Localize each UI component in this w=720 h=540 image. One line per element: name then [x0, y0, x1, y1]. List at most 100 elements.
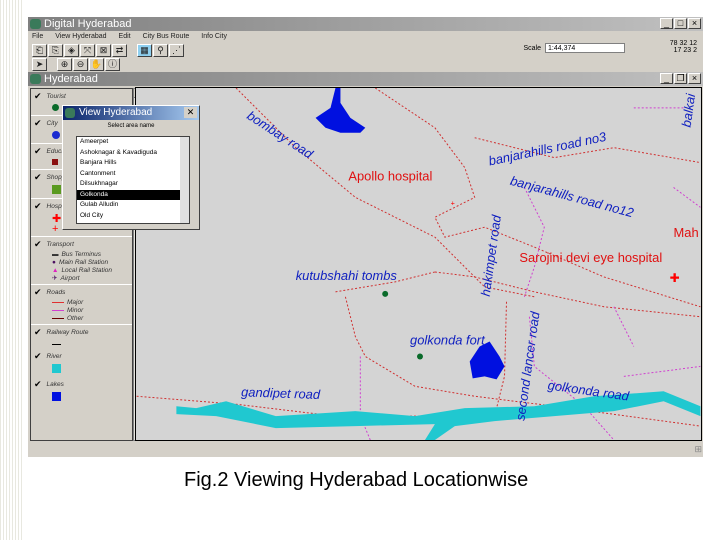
line-symbol	[52, 344, 61, 345]
square-symbol	[52, 159, 58, 165]
list-item-selected[interactable]: Golkonda	[77, 189, 189, 200]
layers-button[interactable]: ◈	[64, 43, 79, 57]
coord-y: 17 23 2	[673, 47, 697, 54]
label-banjarahills-no3: banjarahills road no3	[487, 129, 608, 169]
save-button[interactable]: ⎘	[48, 43, 63, 57]
map-canvas[interactable]: ✚ + bombay road banjarahills road no3 ba…	[135, 87, 702, 441]
golkonda-marker	[417, 353, 423, 360]
dialog-label: Select area name	[107, 123, 155, 129]
road-minor	[359, 356, 371, 440]
label-balkai: balkai	[679, 92, 699, 129]
checkbox[interactable]: ✔	[34, 91, 42, 102]
menu-file[interactable]: File	[32, 31, 43, 43]
kutubshahi-marker	[382, 290, 389, 297]
checkbox[interactable]: ✔	[34, 327, 42, 338]
road-minor	[613, 107, 701, 377]
legend-item: Main Rail Station	[58, 258, 109, 266]
legend-label: Transport	[46, 241, 74, 248]
toolbar: ⎗ ⎘ ◈ ⤧ ⊠ ⇄ ▦ ⚲ ⋰ Scale 1:44,374 78 32 12 17 23 2	[28, 40, 703, 57]
checkbox[interactable]: ✔	[34, 146, 42, 157]
find-button[interactable]: ⚲	[153, 43, 168, 57]
road-minor	[528, 316, 615, 440]
line-symbol	[52, 309, 64, 311]
legend-label: Railway Route	[46, 329, 89, 336]
label-kutubshahi-tombs: kutubshahi tombs	[296, 268, 398, 283]
checkbox[interactable]: ✔	[34, 201, 42, 212]
previous-button[interactable]: ⇄	[112, 43, 127, 57]
zoom-in-tool[interactable]: ⊕	[57, 57, 72, 71]
scale-input[interactable]: 1:44,374	[545, 43, 625, 53]
list-item[interactable]: Banjara Hills	[77, 158, 189, 169]
checkbox[interactable]: ✔	[34, 379, 42, 390]
bus-icon: ▬	[52, 250, 59, 258]
dialog-close-button[interactable]: ✕	[184, 107, 197, 118]
label-apollo-hospital: Apollo hospital	[348, 168, 432, 183]
square-symbol	[52, 185, 61, 194]
checkbox[interactable]: ✔	[34, 351, 42, 362]
legend-roads: ✔ Roads Major Minor Other	[31, 285, 132, 325]
station-icon: ●	[52, 258, 56, 266]
view-hyderabad-dialog: View Hyderabad ✕ Select area name Ameerpe…	[62, 105, 200, 230]
maximize-button[interactable]: □	[674, 18, 687, 29]
lake	[315, 88, 366, 133]
area-listbox[interactable]: Ameerpet Ashoknagar & Kavadiguda Banjara…	[76, 136, 190, 224]
triangle-icon: ▲	[52, 266, 59, 274]
legend-item: Bus Terminus	[61, 250, 102, 258]
dialog-title: View Hyderabad	[79, 107, 153, 118]
checkbox[interactable]: ✔	[34, 118, 42, 129]
resize-grip-icon[interactable]: ⊞	[694, 444, 702, 455]
legend-item: Major	[67, 298, 84, 306]
label-gandipet-road: gandipet road	[241, 384, 321, 402]
dialog-titlebar: View Hyderabad ✕	[63, 106, 199, 120]
app-titlebar: Digital Hyderabad _ □ ×	[28, 17, 703, 31]
identify-tool[interactable]: ⓘ	[105, 57, 120, 71]
label-banjarahills-no12: banjarahills road no12	[509, 173, 636, 220]
legend-label: Tourist	[46, 93, 66, 100]
legend-railway: ✔ Railway Route	[31, 325, 132, 349]
menu-bus-route[interactable]: City Bus Route	[143, 31, 190, 43]
zoom-out-tool[interactable]: ⊖	[73, 57, 88, 71]
menu-view[interactable]: View Hyderabad	[55, 31, 106, 43]
pan-tool[interactable]: ✋	[89, 57, 104, 71]
list-item[interactable]: Old City	[77, 211, 189, 222]
hospital-icon: ✚	[670, 271, 680, 285]
label-bombay-road: bombay road	[244, 108, 316, 162]
close-button[interactable]: ×	[688, 18, 701, 29]
dot-symbol	[52, 104, 59, 111]
legend-river: ✔ River	[31, 349, 132, 377]
list-item[interactable]: Dilsukhnagar	[77, 179, 189, 190]
sub-restore-button[interactable]: ❐	[674, 73, 687, 84]
map-toolbar: ➤ ⊕ ⊖ ✋ ⓘ	[28, 57, 703, 71]
full-extent-button[interactable]: ⤧	[80, 43, 95, 57]
checkbox[interactable]: ✔	[34, 287, 42, 298]
line-symbol	[52, 317, 64, 319]
list-item[interactable]: Ameerpet	[77, 137, 189, 148]
minimize-button[interactable]: _	[660, 18, 673, 29]
sub-minimize-button[interactable]: _	[660, 73, 673, 84]
road-major	[434, 271, 701, 318]
hospital-icon: +	[451, 200, 455, 207]
open-button[interactable]: ⎗	[32, 43, 47, 57]
app-title: Digital Hyderabad	[44, 18, 132, 30]
list-item[interactable]: Cantonment	[77, 169, 189, 180]
list-scrollbar[interactable]	[180, 137, 189, 223]
scale-label: Scale	[523, 44, 541, 52]
legend-label: Roads	[46, 289, 66, 296]
subwindow-title: Hyderabad	[44, 73, 98, 85]
legend-item: Other	[67, 314, 84, 322]
list-item[interactable]: Gulab Alludin	[77, 200, 189, 211]
pointer-tool[interactable]: ➤	[32, 57, 47, 71]
menu-edit[interactable]: Edit	[119, 31, 131, 43]
menu-info[interactable]: Info City	[201, 31, 227, 43]
route-button[interactable]: ⋰	[169, 43, 184, 57]
checkbox[interactable]: ✔	[34, 172, 42, 183]
label-second-lancer-road: second lancer road	[513, 310, 543, 422]
checkbox[interactable]: ✔	[34, 239, 42, 250]
select-area-button[interactable]: ▦	[137, 43, 152, 57]
sub-close-button[interactable]: ×	[688, 73, 701, 84]
legend-item: Airport	[60, 274, 80, 282]
cross-icon: ✚ +	[52, 213, 62, 235]
list-item[interactable]: Ashoknagar & Kavadiguda	[77, 148, 189, 159]
label-golkonda-fort: golkonda fort	[410, 333, 486, 348]
zoom-extent-button[interactable]: ⊠	[96, 43, 111, 57]
